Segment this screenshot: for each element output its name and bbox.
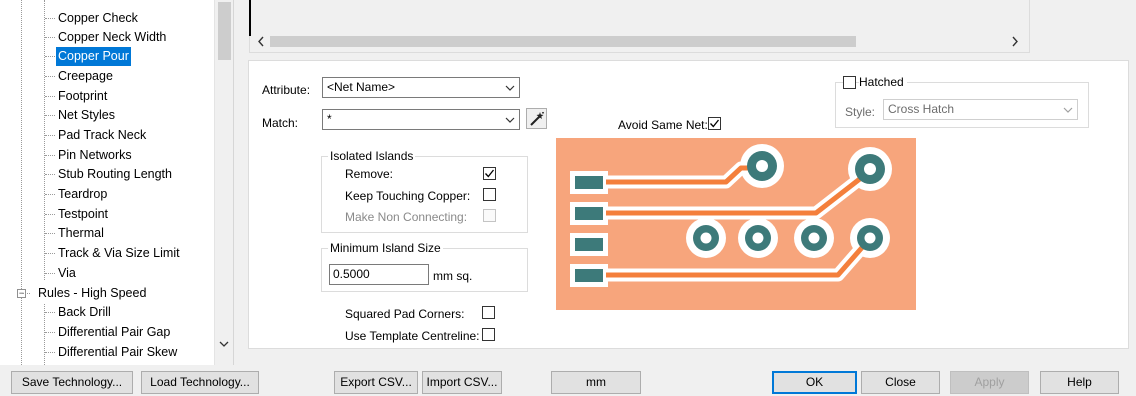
pcb-illustration: [556, 138, 916, 310]
wand-icon: [529, 111, 545, 130]
tree-scrollbar[interactable]: [214, 0, 233, 365]
attribute-label: Attribute:: [262, 83, 311, 97]
tree-item-label: Track & Via Size Limit: [58, 246, 180, 260]
chevron-down-icon[interactable]: [219, 340, 229, 351]
close-button[interactable]: Close: [861, 371, 940, 394]
tree-item-pin-networks[interactable]: Pin Networks: [0, 146, 214, 165]
tree-item-label: Testpoint: [58, 207, 109, 221]
tree-item-label: Copper Check: [58, 11, 138, 25]
hatch-style-value: Cross Hatch: [888, 102, 955, 116]
tree-item-creepage[interactable]: Creepage: [0, 67, 214, 86]
tree-item-stub-routing-length[interactable]: Stub Routing Length: [0, 165, 214, 184]
tree-item-label: Creepage: [58, 69, 113, 83]
remove-islands-checkbox[interactable]: [483, 167, 496, 180]
attribute-value: <Net Name>: [327, 80, 396, 94]
tree-item-pad-track-neck[interactable]: Pad Track Neck: [0, 126, 214, 145]
minimum-island-size-value: 0.5000: [333, 267, 370, 281]
tree-item-label: Differential Pair Gap: [58, 325, 171, 339]
load-technology-button[interactable]: Load Technology...: [141, 371, 259, 394]
apply-button[interactable]: Apply: [950, 371, 1029, 394]
chevron-left-icon[interactable]: [257, 33, 265, 53]
remove-label: Remove:: [345, 167, 394, 181]
help-button[interactable]: Help: [1040, 371, 1119, 394]
rules-tree[interactable]: Copper Check Copper Neck Width Copper Po…: [0, 0, 234, 365]
divider: [249, 0, 251, 36]
save-technology-button[interactable]: Save Technology...: [11, 371, 133, 394]
tree-item-teardrop[interactable]: Teardrop: [0, 185, 214, 204]
unit-label: mm sq.: [433, 269, 473, 283]
tree-item-label: Teardrop: [58, 187, 108, 201]
match-combo[interactable]: *: [322, 109, 520, 130]
preview-area: [249, 0, 1030, 53]
hatched-checkbox[interactable]: [843, 76, 856, 89]
copper-pour-settings-panel: Attribute: <Net Name> Match: * Avoid Sam…: [248, 60, 1129, 349]
match-value: *: [327, 112, 332, 126]
tree-group-label: Rules - High Speed: [38, 286, 147, 300]
match-wizard-button[interactable]: [526, 108, 547, 129]
tree-item-back-drill[interactable]: Back Drill: [0, 303, 214, 322]
avoid-same-net-label: Avoid Same Net:: [618, 118, 708, 132]
tree-item-label: Back Drill: [58, 305, 111, 319]
make-non-connecting-checkbox[interactable]: [483, 209, 496, 222]
make-non-connecting-label: Make Non Connecting:: [345, 210, 468, 224]
use-template-centreline-checkbox[interactable]: [482, 328, 495, 341]
copper-pour-preview: [556, 138, 916, 310]
tree-item-label: Thermal: [58, 226, 104, 240]
tree-item-thermal[interactable]: Thermal: [0, 224, 214, 243]
tree-item-track-via-size-limit[interactable]: Track & Via Size Limit: [0, 244, 214, 263]
match-label: Match:: [262, 116, 299, 130]
tree-item-label: Footprint: [58, 89, 108, 103]
tree-item-differential-pair-skew[interactable]: Differential Pair Skew: [0, 343, 214, 362]
keep-touching-copper-checkbox[interactable]: [483, 188, 496, 201]
tree-group-rules-high-speed[interactable]: − Rules - High Speed: [0, 284, 214, 303]
chevron-down-icon: [1063, 100, 1073, 126]
units-button[interactable]: mm: [551, 371, 641, 394]
horizontal-scrollbar[interactable]: [252, 33, 1027, 50]
scroll-thumb[interactable]: [218, 2, 231, 60]
keep-touching-copper-label: Keep Touching Copper:: [345, 189, 471, 203]
chevron-right-icon[interactable]: [1011, 33, 1019, 53]
minimum-island-size-title: Minimum Island Size: [328, 241, 443, 255]
tree-item-label: Via: [58, 266, 76, 280]
hatched-label: Hatched: [859, 75, 907, 89]
squared-pad-corners-label: Squared Pad Corners:: [345, 307, 465, 321]
tree-item-label: Pin Networks: [58, 148, 132, 162]
import-csv-button[interactable]: Import CSV...: [422, 371, 502, 394]
use-template-centreline-label: Use Template Centreline:: [345, 329, 480, 343]
chevron-down-icon: [505, 78, 515, 104]
chevron-down-icon: [505, 110, 515, 136]
tree-item-via[interactable]: Via: [0, 264, 214, 283]
ok-button[interactable]: OK: [772, 371, 857, 394]
tree-item-label: Stub Routing Length: [58, 167, 172, 181]
hatch-style-combo[interactable]: Cross Hatch: [883, 99, 1078, 120]
tree-item-differential-pair-gap[interactable]: Differential Pair Gap: [0, 323, 214, 342]
tree-item-label: Pad Track Neck: [58, 128, 147, 142]
minimum-island-size-input[interactable]: 0.5000: [329, 264, 429, 285]
tree-item-label: Copper Neck Width: [58, 30, 167, 44]
isolated-islands-title: Isolated Islands: [328, 149, 416, 163]
avoid-same-net-checkbox[interactable]: [708, 117, 721, 130]
tree-item-copper-check[interactable]: Copper Check: [0, 9, 214, 28]
tree-item-copper-pour[interactable]: Copper Pour: [0, 47, 214, 66]
style-label: Style:: [845, 105, 876, 119]
tree-item-label: Copper Pour: [56, 47, 131, 66]
tree-item-label: Differential Pair Skew: [58, 345, 178, 359]
tree-item-net-styles[interactable]: Net Styles: [0, 106, 214, 125]
squared-pad-corners-checkbox[interactable]: [482, 306, 495, 319]
tree-item-copper-neck-width[interactable]: Copper Neck Width: [0, 28, 214, 47]
attribute-combo[interactable]: <Net Name>: [322, 77, 520, 98]
tree-item-label: Net Styles: [58, 108, 115, 122]
tree-item-footprint[interactable]: Footprint: [0, 87, 214, 106]
tree-item-testpoint[interactable]: Testpoint: [0, 205, 214, 224]
export-csv-button[interactable]: Export CSV...: [334, 371, 418, 394]
scroll-thumb[interactable]: [270, 36, 856, 47]
